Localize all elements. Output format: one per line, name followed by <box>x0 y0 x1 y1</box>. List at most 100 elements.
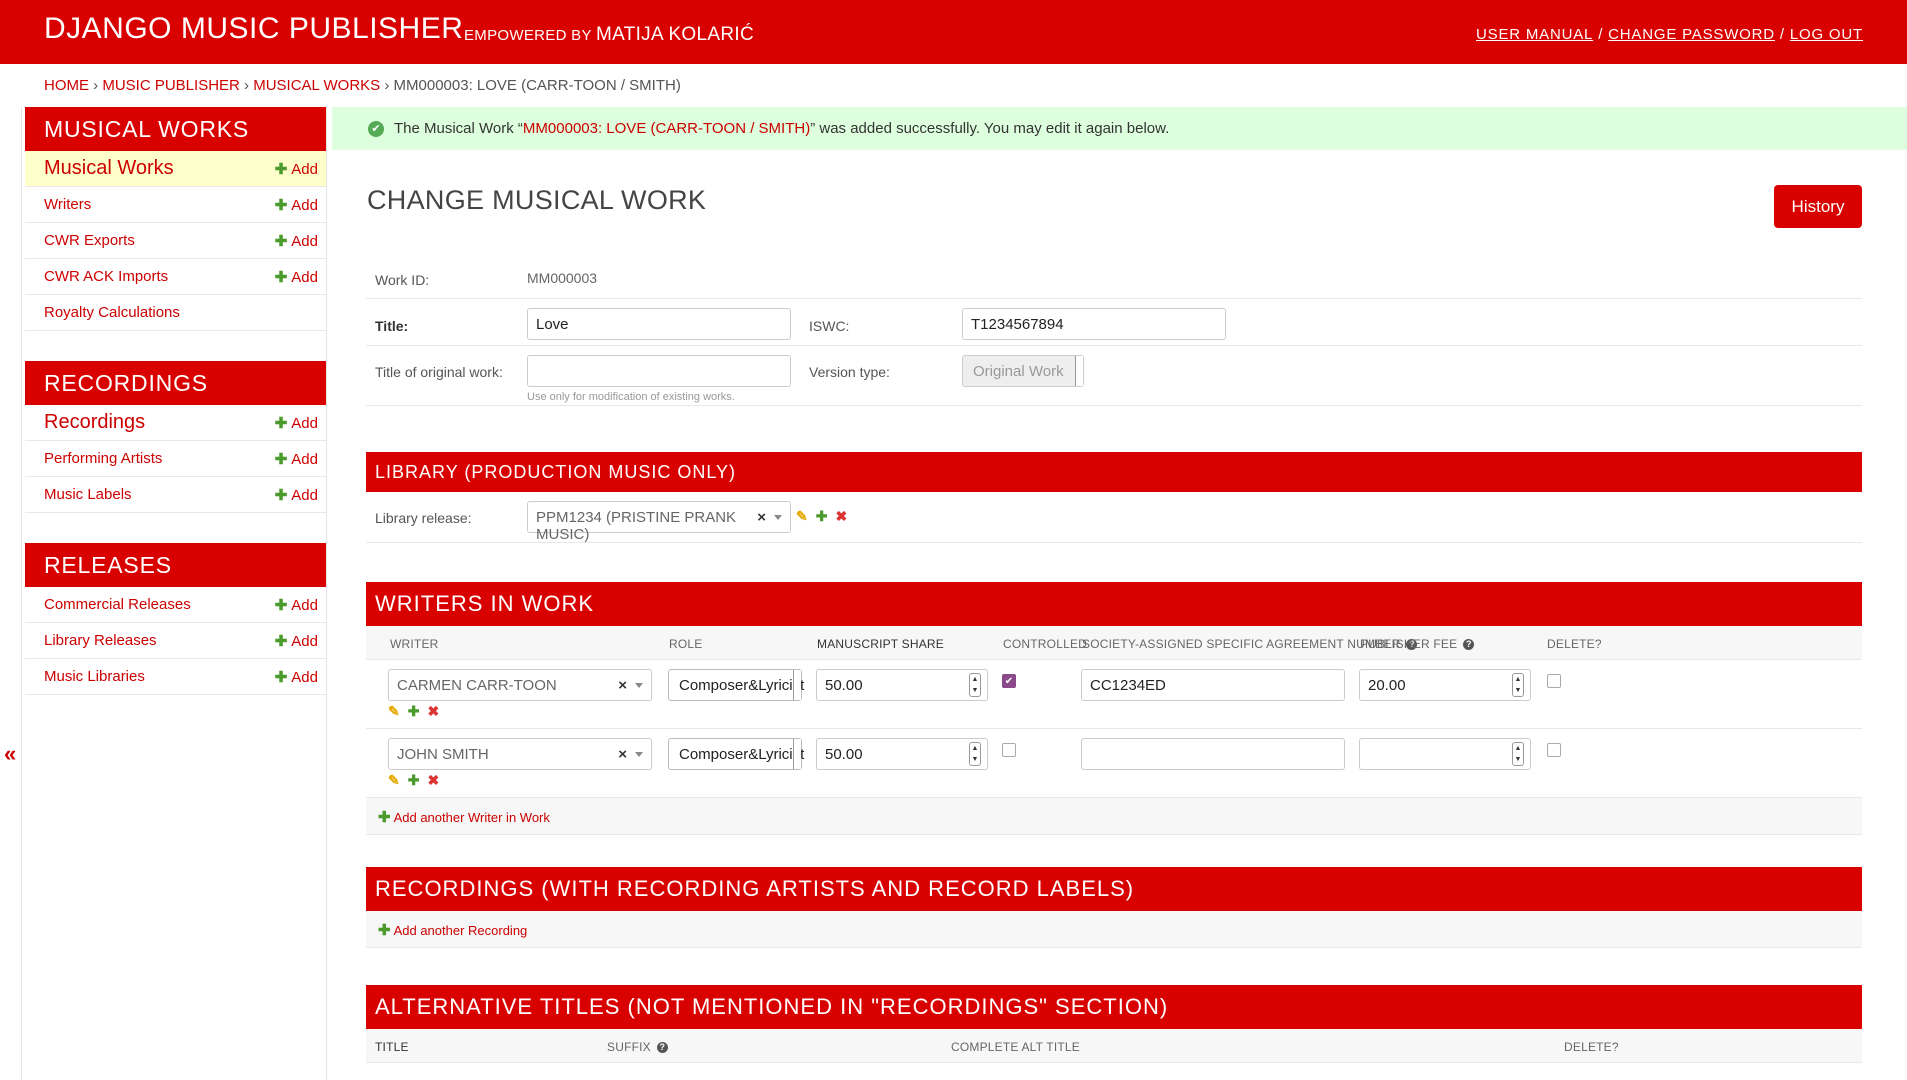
original-title-input[interactable] <box>527 355 791 387</box>
delete-related-icon[interactable]: ✖ <box>427 772 439 788</box>
breadcrumb-separator: › <box>93 77 99 94</box>
writers-section-header: WRITERS IN WORK <box>366 582 1862 626</box>
controlled-checkbox[interactable]: ✔ <box>1002 674 1016 688</box>
edit-pencil-icon[interactable]: ✎ <box>388 703 400 719</box>
spinner-icon[interactable]: ▲ ▼ <box>1512 673 1524 697</box>
module-header[interactable]: RELEASES <box>25 543 326 587</box>
user-manual-link[interactable]: USER MANUAL <box>1476 26 1593 43</box>
related-widget-actions: ✎ ✚ ✖ <box>796 508 847 525</box>
add-another-writer-link[interactable]: ✚ Add another Writer in Work <box>378 808 550 826</box>
library-section-header: LIBRARY (PRODUCTION MUSIC ONLY) <box>366 452 1862 492</box>
add-related-icon[interactable]: ✚ <box>408 772 420 788</box>
delete-related-icon[interactable]: ✖ <box>835 508 847 524</box>
breadcrumb-model[interactable]: MUSICAL WORKS <box>253 77 380 94</box>
sidebar-item-label[interactable]: Performing Artists <box>44 450 162 467</box>
module-header[interactable]: RECORDINGS <box>25 361 326 405</box>
sidebar-item-royalty-calculations[interactable]: Royalty Calculations <box>25 295 326 331</box>
sidebar-item-label[interactable]: Writers <box>44 196 91 213</box>
sidebar-item-recordings[interactable]: Recordings ✚ Add <box>25 405 326 441</box>
add-another-recording-link[interactable]: ✚ Add another Recording <box>378 921 527 939</box>
module-header[interactable]: MUSICAL WORKS <box>25 107 326 151</box>
clear-icon[interactable]: × <box>618 746 627 763</box>
delete-checkbox[interactable] <box>1547 743 1561 757</box>
add-related-icon[interactable]: ✚ <box>408 703 420 719</box>
library-release-select[interactable]: PPM1234 (PRISTINE PRANK MUSIC) × <box>527 501 791 543</box>
sidebar-item-cwr-exports[interactable]: CWR Exports ✚ Add <box>25 223 326 259</box>
change-password-link[interactable]: CHANGE PASSWORD <box>1608 26 1775 43</box>
edit-pencil-icon[interactable]: ✎ <box>388 772 400 788</box>
writer-select[interactable]: CARMEN CARR-TOON × <box>388 669 652 701</box>
version-type-select[interactable]: Original Work <box>962 355 1084 387</box>
add-recording-link[interactable]: ✚ Add <box>275 414 318 432</box>
san-input[interactable] <box>1081 738 1345 770</box>
sidebar-collapse-strip: « <box>0 107 22 1080</box>
add-cwr-export-link[interactable]: ✚ Add <box>275 232 318 250</box>
sidebar-item-label[interactable]: Royalty Calculations <box>44 304 180 321</box>
sidebar-item-label[interactable]: Music Libraries <box>44 668 145 685</box>
help-icon[interactable]: ? <box>656 1042 668 1053</box>
manuscript-share-input[interactable]: 50.00 ▲ ▼ <box>816 738 988 770</box>
title-input[interactable]: Love <box>527 308 791 340</box>
publisher-fee-input[interactable]: 20.00 ▲ ▼ <box>1359 669 1531 701</box>
breadcrumb-home[interactable]: HOME <box>44 77 89 94</box>
nav-sidebar: MUSICAL WORKS Musical Works ✚ Add Writers… <box>25 107 327 1080</box>
sidebar-item-label[interactable]: Music Labels <box>44 486 132 503</box>
role-select[interactable]: Composer&Lyricist <box>668 669 804 701</box>
column-header-delete: DELETE? <box>1547 637 1602 651</box>
select-arrow-icon <box>793 670 801 700</box>
sidebar-item-cwr-ack-imports[interactable]: CWR ACK Imports ✚ Add <box>25 259 326 295</box>
add-musical-work-link[interactable]: ✚ Add <box>275 160 318 178</box>
sidebar-item-music-libraries[interactable]: Music Libraries ✚ Add <box>25 659 326 695</box>
sidebar-item-writers[interactable]: Writers ✚ Add <box>25 187 326 223</box>
delete-related-icon[interactable]: ✖ <box>427 703 439 719</box>
add-writer-link[interactable]: ✚ Add <box>275 196 318 214</box>
iswc-input[interactable]: T1234567894 <box>962 308 1226 340</box>
clear-icon[interactable]: × <box>757 509 766 526</box>
breadcrumb-separator: › <box>384 77 390 94</box>
writer-select[interactable]: JOHN SMITH × <box>388 738 652 770</box>
sidebar-item-label[interactable]: Commercial Releases <box>44 596 191 613</box>
add-music-label-link[interactable]: ✚ Add <box>275 486 318 504</box>
log-out-link[interactable]: LOG OUT <box>1790 26 1863 43</box>
sidebar-item-music-labels[interactable]: Music Labels ✚ Add <box>25 477 326 513</box>
sidebar-item-performing-artists[interactable]: Performing Artists ✚ Add <box>25 441 326 477</box>
sidebar-item-label[interactable]: Recordings <box>44 411 145 434</box>
spinner-icon[interactable]: ▲ ▼ <box>969 673 981 697</box>
history-button[interactable]: History <box>1774 185 1862 228</box>
add-commercial-release-link[interactable]: ✚ Add <box>275 596 318 614</box>
add-music-library-link[interactable]: ✚ Add <box>275 668 318 686</box>
add-related-icon[interactable]: ✚ <box>816 508 828 524</box>
sidebar-item-musical-works[interactable]: Musical Works ✚ Add <box>25 151 326 187</box>
add-library-release-link[interactable]: ✚ Add <box>275 632 318 650</box>
add-performing-artist-link[interactable]: ✚ Add <box>275 450 318 468</box>
collapse-sidebar-icon[interactable]: « <box>4 741 16 767</box>
help-icon[interactable]: ? <box>1463 639 1475 650</box>
sidebar-item-label[interactable]: Library Releases <box>44 632 157 649</box>
empowered-by: EMPOWERED BY MATIJA KOLARIĆ <box>464 24 754 46</box>
original-title-row: Title of original work: Use only for mod… <box>366 346 1862 406</box>
breadcrumb-app[interactable]: MUSIC PUBLISHER <box>102 77 240 94</box>
clear-icon[interactable]: × <box>618 677 627 694</box>
role-select[interactable]: Composer&Lyricist <box>668 738 804 770</box>
sidebar-item-commercial-releases[interactable]: Commercial Releases ✚ Add <box>25 587 326 623</box>
user-tools-separator: / <box>1598 26 1604 43</box>
spinner-icon[interactable]: ▲ ▼ <box>1512 742 1524 766</box>
sidebar-item-label[interactable]: CWR ACK Imports <box>44 268 168 285</box>
publisher-fee-input[interactable]: ▲ ▼ <box>1359 738 1531 770</box>
user-tools: USER MANUAL / CHANGE PASSWORD / LOG OUT <box>1476 26 1863 43</box>
edit-pencil-icon[interactable]: ✎ <box>796 508 808 524</box>
delete-checkbox[interactable] <box>1547 674 1561 688</box>
add-cwr-ack-import-link[interactable]: ✚ Add <box>275 268 318 286</box>
sidebar-item-library-releases[interactable]: Library Releases ✚ Add <box>25 623 326 659</box>
plus-icon: ✚ <box>378 922 391 939</box>
column-header-complete-alt-title: COMPLETE ALT TITLE <box>951 1040 1080 1054</box>
spinner-icon[interactable]: ▲ ▼ <box>969 742 981 766</box>
san-input[interactable]: CC1234ED <box>1081 669 1345 701</box>
controlled-checkbox[interactable] <box>1002 743 1016 757</box>
manuscript-share-input[interactable]: 50.00 ▲ ▼ <box>816 669 988 701</box>
sidebar-item-label[interactable]: Musical Works <box>44 157 174 180</box>
success-message-link[interactable]: MM000003: LOVE (CARR-TOON / SMITH) <box>523 120 810 137</box>
sidebar-item-label[interactable]: CWR Exports <box>44 232 135 249</box>
site-branding[interactable]: DJANGO MUSIC PUBLISHER <box>44 12 463 46</box>
plus-icon: ✚ <box>274 487 288 504</box>
